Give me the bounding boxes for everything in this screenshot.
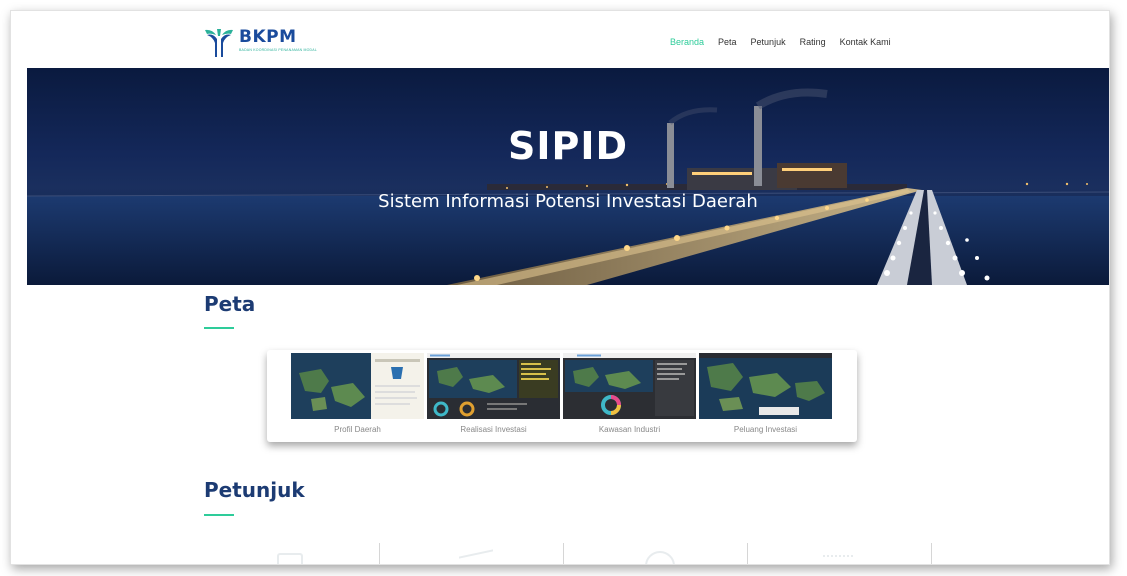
bkpm-logo-icon [205, 29, 233, 57]
dashboard-thumbnail-icon [427, 353, 560, 419]
section-underline [204, 514, 234, 516]
card-label: Peluang Investasi [733, 425, 798, 434]
brand-subtitle: BADAN KOORDINASI PENANAMAN MODAL [239, 48, 317, 52]
main-nav: Beranda Peta Petunjuk Rating Kontak Kami [670, 36, 905, 48]
card-peluang-investasi[interactable]: Peluang Investasi [699, 353, 832, 434]
card-kawasan-industri[interactable]: Kawasan Industri [563, 353, 696, 434]
section-underline [204, 327, 234, 329]
nav-item-beranda[interactable]: Beranda [670, 36, 704, 48]
card-label: Kawasan Industri [598, 425, 661, 434]
nav-item-petunjuk[interactable]: Petunjuk [751, 36, 786, 48]
step-divider [747, 543, 748, 564]
nav-item-kontak-kami[interactable]: Kontak Kami [840, 36, 891, 48]
card-label: Realisasi Investasi [460, 425, 527, 434]
card-profil-daerah[interactable]: Profil Daerah [291, 353, 424, 434]
step-divider [931, 543, 932, 564]
dashboard-thumbnail-icon [563, 353, 696, 419]
section-title-petunjuk: Petunjuk [204, 478, 305, 502]
nav-item-peta[interactable]: Peta [718, 36, 737, 48]
nav-item-rating[interactable]: Rating [800, 36, 826, 48]
card-label: Profil Daerah [334, 425, 381, 434]
petunjuk-steps [191, 539, 932, 564]
step-icon [645, 551, 675, 564]
hero-background-image [27, 88, 1109, 285]
step-icon [823, 555, 853, 564]
hero-banner: SIPID Sistem Informasi Potensi Investasi… [27, 68, 1109, 285]
step-icon [459, 549, 493, 564]
hero-subtitle: Sistem Informasi Potensi Investasi Daera… [378, 191, 758, 212]
peta-gallery: Profil Daerah Realisasi Investasi Kawasa… [267, 350, 857, 442]
hero-title: SIPID [507, 124, 629, 168]
step-divider [563, 543, 564, 564]
step-icon [277, 553, 303, 564]
brand-name: BKPM [239, 27, 297, 47]
section-title-peta: Peta [204, 292, 256, 316]
navbar: BKPM BADAN KOORDINASI PENANAMAN MODAL Be… [11, 11, 1109, 68]
map-thumbnail-icon [291, 353, 424, 419]
step-divider [379, 543, 380, 564]
map-thumbnail-icon [699, 353, 832, 419]
card-realisasi-investasi[interactable]: Realisasi Investasi [427, 353, 560, 434]
bkpm-logo[interactable]: BKPM BADAN KOORDINASI PENANAMAN MODAL [203, 27, 317, 59]
browser-window: BKPM BADAN KOORDINASI PENANAMAN MODAL Be… [10, 10, 1110, 565]
